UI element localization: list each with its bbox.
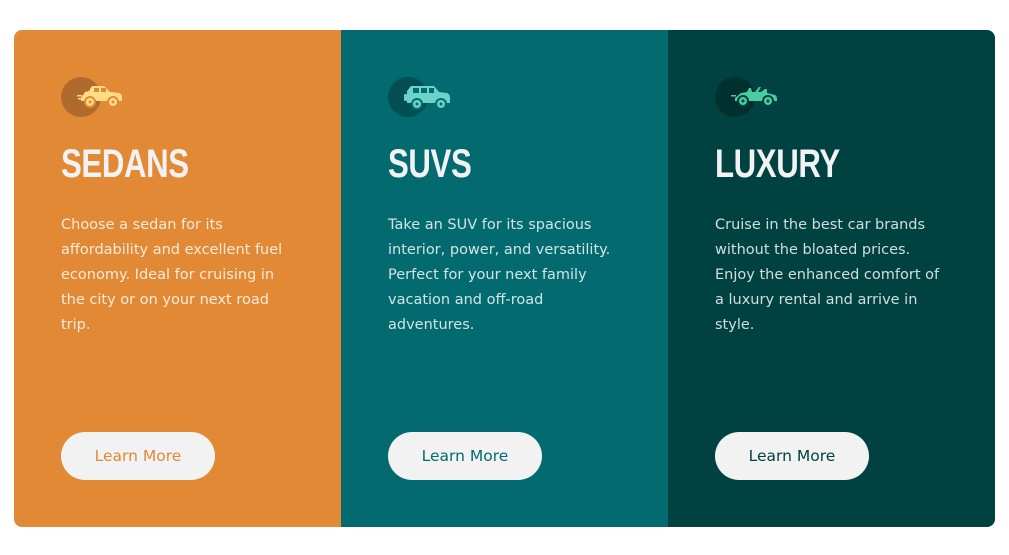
card-luxury: LUXURY Cruise in the best car brands wit… — [668, 30, 995, 527]
card-description: Cruise in the best car brands without th… — [715, 217, 940, 333]
card-title: SUVS — [388, 142, 472, 186]
learn-more-button[interactable]: Learn More — [388, 432, 542, 480]
sedan-car-icon — [61, 76, 131, 117]
card-sedans: SEDANS Choose a sedan for its affordabil… — [14, 30, 341, 527]
suv-car-icon — [404, 86, 450, 110]
card-suvs: SUVS Take an SUV for its spacious interi… — [341, 30, 668, 527]
card-title: LUXURY — [715, 142, 840, 186]
card-title: SEDANS — [61, 142, 189, 186]
learn-more-button[interactable]: Learn More — [715, 432, 869, 480]
cards-container: SEDANS Choose a sedan for its affordabil… — [14, 30, 995, 527]
learn-more-button[interactable]: Learn More — [61, 432, 215, 480]
card-description: Choose a sedan for its affordability and… — [61, 217, 283, 333]
luxury-car-icon — [731, 87, 777, 107]
card-description: Take an SUV for its spacious interior, p… — [388, 217, 611, 333]
luxury-car-icon — [715, 76, 785, 117]
sedan-car-icon — [77, 86, 122, 108]
suv-car-icon — [388, 76, 458, 117]
